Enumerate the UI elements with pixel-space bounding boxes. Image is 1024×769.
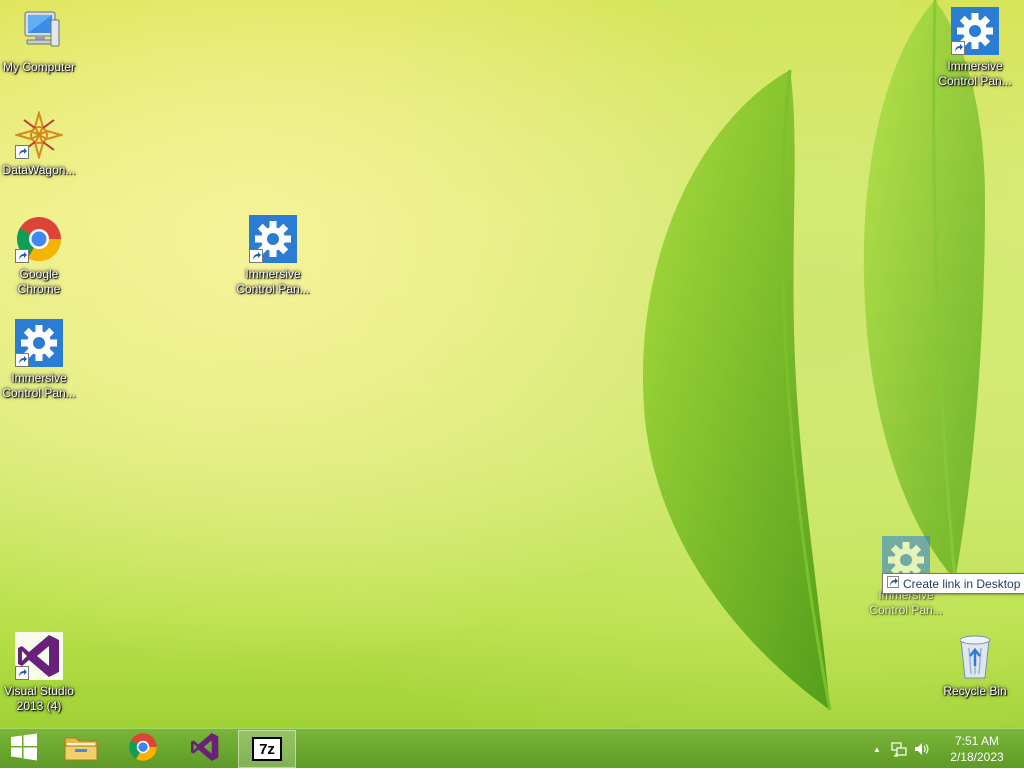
taskbar-clock[interactable]: 7:51 AM 2/18/2023 — [938, 729, 1016, 769]
start-button[interactable] — [0, 730, 48, 768]
desktop[interactable]: My Computer DataWagon... Google Chrome I… — [0, 0, 1024, 728]
desktop-icon-label: Immersive Control Pan... — [938, 59, 1012, 88]
desktop-icon-label: Immersive Control Pan... — [2, 371, 76, 400]
chrome-icon — [15, 215, 63, 263]
windows-logo-icon — [10, 733, 38, 766]
datawagon-icon — [13, 109, 65, 161]
taskbar[interactable]: 7z ▲ 7:51 AM 2/18/2023 — [0, 728, 1024, 768]
visual-studio-icon — [189, 731, 221, 768]
drag-tooltip: Create link in Desktop — [882, 573, 1024, 594]
gear-icon — [951, 7, 999, 55]
clock-time: 7:51 AM — [954, 734, 1000, 748]
desktop-icon-label: Recycle Bin — [943, 684, 1007, 698]
gear-icon — [15, 319, 63, 367]
shortcut-arrow-icon — [15, 353, 29, 367]
shortcut-arrow-icon — [15, 249, 29, 263]
chevron-up-icon: ▲ — [873, 744, 881, 754]
desktop-icon-label: My Computer — [2, 60, 76, 74]
desktop-icon-immersive-control-panel[interactable]: Immersive Control Pan... — [234, 215, 312, 297]
system-tray: ▲ 7:51 AM 2/18/2023 — [866, 729, 1024, 769]
clock-date: 2/18/2023 — [950, 750, 1004, 764]
desktop-icon-immersive-control-panel[interactable]: Immersive Control Pan... — [936, 7, 1014, 89]
desktop-icon-datawagon[interactable]: DataWagon... — [0, 109, 78, 178]
desktop-icon-visual-studio[interactable]: Visual Studio 2013 (4) — [0, 632, 78, 714]
7zip-icon: 7z — [252, 737, 282, 761]
desktop-icon-label: Immersive Control Pan... — [236, 267, 310, 296]
network-icon[interactable] — [888, 729, 910, 769]
gear-icon — [249, 215, 297, 263]
recycle-bin-icon — [951, 632, 999, 680]
volume-icon[interactable] — [910, 729, 932, 769]
desktop-icon-google-chrome[interactable]: Google Chrome — [0, 215, 78, 297]
folder-icon — [64, 732, 98, 767]
chrome-icon — [128, 732, 158, 767]
shortcut-arrow-icon — [951, 41, 965, 55]
taskbar-7zip-button[interactable]: 7z — [238, 730, 296, 768]
desktop-icon-label: Visual Studio 2013 (4) — [4, 684, 74, 713]
shortcut-arrow-icon — [15, 145, 29, 159]
7zip-icon-text: 7z — [259, 740, 275, 758]
taskbar-file-explorer-button[interactable] — [52, 730, 110, 768]
show-hidden-icons-button[interactable]: ▲ — [866, 729, 888, 769]
desktop-icon-immersive-control-panel[interactable]: Immersive Control Pan... — [0, 319, 78, 401]
wallpaper-leaves — [640, 0, 985, 711]
desktop-icon-recycle-bin[interactable]: Recycle Bin — [936, 632, 1014, 699]
desktop-icon-my-computer[interactable]: My Computer — [0, 8, 78, 75]
desktop-icon-label: Google Chrome — [17, 267, 61, 296]
shortcut-arrow-icon — [249, 249, 263, 263]
taskbar-chrome-button[interactable] — [114, 730, 172, 768]
shortcut-arrow-icon — [887, 576, 899, 591]
taskbar-visual-studio-button[interactable] — [176, 730, 234, 768]
computer-icon — [15, 8, 63, 56]
drag-tooltip-text: Create link in Desktop — [903, 576, 1021, 591]
shortcut-arrow-icon — [15, 666, 29, 680]
visual-studio-icon — [15, 632, 63, 680]
desktop-icon-label: DataWagon... — [2, 163, 76, 177]
